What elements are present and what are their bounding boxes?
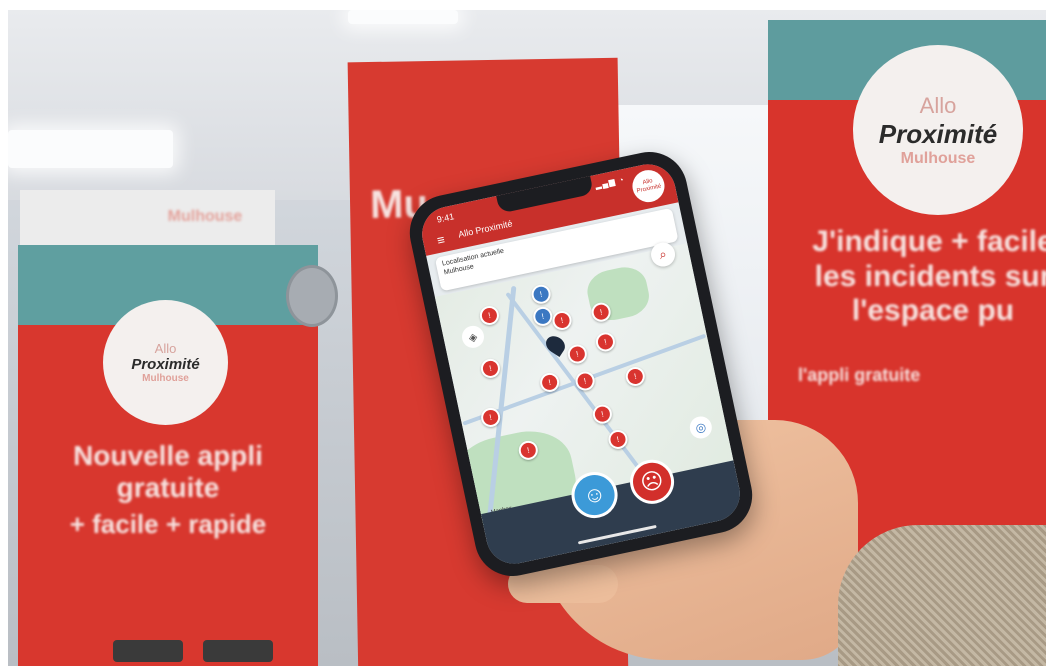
logo-text: Proximité (878, 118, 998, 149)
hamburger-icon[interactable]: ≡ (436, 232, 447, 248)
logo-text: Allo (154, 341, 177, 356)
app-store-badge (113, 640, 183, 662)
banner-left: Allo Proximité Mulhouse Nouvelle appli g… (18, 245, 318, 666)
logo-text: Mulhouse (142, 373, 189, 384)
logo-text: Proximité (131, 356, 200, 373)
incident-pin[interactable]: ! (624, 365, 647, 388)
allo-proximite-logo: Allo Proximité Mulhouse (853, 45, 1023, 215)
logo-text: Allo (919, 92, 957, 118)
ceiling-light (348, 10, 458, 24)
incident-pin[interactable]: ! (566, 342, 589, 366)
banner-top-text: Mulhouse (167, 208, 243, 225)
app-logo-badge[interactable]: Allo Proximité (629, 167, 668, 206)
google-play-badge (203, 640, 273, 662)
incident-pin[interactable]: ! (479, 357, 502, 380)
layers-icon[interactable]: ◈ (459, 323, 487, 350)
locate-icon[interactable]: ◎ (687, 414, 714, 441)
knit-sleeve (838, 525, 1046, 666)
incident-pin[interactable]: ! (478, 304, 501, 327)
app-title: Allo Proximité (457, 218, 514, 240)
incident-pin[interactable]: ! (550, 309, 574, 332)
location-pin-icon (542, 332, 569, 358)
wall-clock (286, 265, 338, 327)
home-indicator (577, 524, 657, 545)
status-time: 9:41 (435, 211, 456, 225)
ceiling-light (8, 130, 173, 168)
logo-text: Mulhouse (900, 149, 976, 167)
incident-pin[interactable]: ! (531, 305, 555, 328)
banner-headline: Nouvelle appli gratuite (73, 440, 263, 504)
banner-tagline: + facile + rapide (69, 509, 267, 539)
photo-scene: Allo Proximité Mulhouse Nouvelle appli g… (8, 10, 1046, 666)
banner-left-top: Mulhouse (20, 190, 275, 245)
allo-proximite-logo: Allo Proximité Mulhouse (103, 300, 228, 425)
incident-pin[interactable]: ! (594, 330, 617, 354)
incident-pin[interactable]: ! (529, 282, 553, 306)
status-icons: ▂▄▆ ◔ (594, 175, 626, 191)
